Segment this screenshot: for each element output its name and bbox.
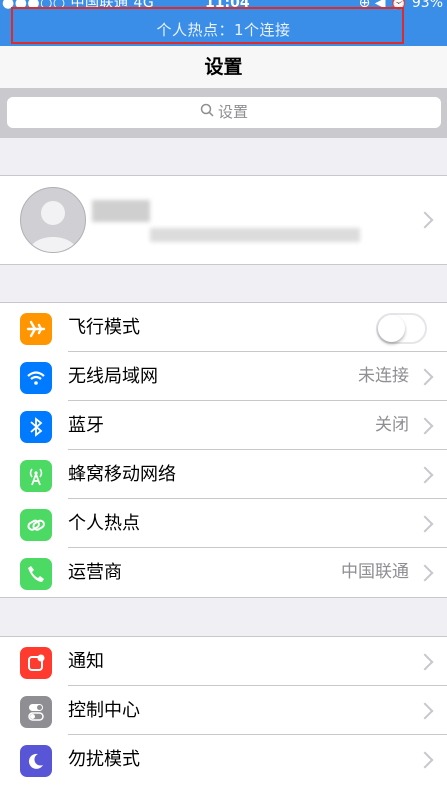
row-label: 运营商	[68, 562, 122, 583]
chevron-right-icon	[416, 515, 434, 533]
bluetooth-icon	[20, 411, 52, 443]
row-label: 无线局域网	[68, 366, 158, 387]
cellular-icon	[20, 460, 52, 492]
row-label: 通知	[68, 651, 104, 672]
row-cellular[interactable]: 蜂窝移动网络	[0, 450, 447, 499]
airplane-icon	[20, 313, 52, 345]
row-personal-hotspot[interactable]: 个人热点	[0, 499, 447, 548]
row-value: 中国联通	[341, 562, 409, 582]
notifications-icon	[20, 647, 52, 679]
profile-cell[interactable]	[0, 175, 447, 265]
chevron-right-icon	[416, 417, 434, 435]
row-airplane-mode[interactable]: 飞行模式	[0, 303, 447, 352]
search-input[interactable]: 设置	[7, 97, 441, 128]
row-notifications[interactable]: 通知	[0, 637, 447, 686]
chevron-right-icon	[416, 751, 434, 769]
search-placeholder: 设置	[217, 103, 248, 121]
row-do-not-disturb[interactable]: 勿扰模式	[0, 735, 447, 784]
row-label: 飞行模式	[68, 317, 140, 338]
row-wifi[interactable]: 无线局域网 未连接	[0, 352, 447, 401]
battery-percent: 93%	[411, 0, 443, 11]
airplane-mode-toggle[interactable]	[376, 313, 427, 344]
row-value: 未连接	[358, 366, 409, 386]
chevron-right-icon	[416, 702, 434, 720]
navigation-bar: 设置	[0, 46, 447, 88]
profile-detail-blurred	[150, 228, 360, 242]
search-bar: 设置	[0, 88, 447, 138]
chevron-right-icon	[416, 368, 434, 386]
chevron-right-icon	[416, 466, 434, 484]
row-label: 蓝牙	[68, 415, 104, 436]
settings-group-connectivity: 飞行模式 无线局域网 未连接 蓝牙 关闭 蜂窝移动网络 个人热点 运营商 中国联…	[0, 302, 447, 598]
row-label: 勿扰模式	[68, 749, 140, 770]
control-center-icon	[20, 696, 52, 728]
chevron-right-icon	[416, 211, 434, 229]
settings-group-notifications: 通知 控制中心 勿扰模式	[0, 636, 447, 787]
row-label: 个人热点	[68, 513, 140, 534]
search-icon	[200, 97, 214, 128]
annotation-highlight-box	[11, 7, 404, 44]
moon-icon	[20, 745, 52, 777]
chevron-right-icon	[416, 564, 434, 582]
row-bluetooth[interactable]: 蓝牙 关闭	[0, 401, 447, 450]
row-control-center[interactable]: 控制中心	[0, 686, 447, 735]
avatar	[20, 187, 86, 253]
wifi-icon	[20, 362, 52, 394]
profile-name-blurred	[92, 200, 150, 222]
row-label: 蜂窝移动网络	[68, 464, 176, 485]
chevron-right-icon	[416, 653, 434, 671]
hotspot-icon	[20, 509, 52, 541]
page-title: 设置	[204, 56, 243, 78]
row-carrier[interactable]: 运营商 中国联通	[0, 548, 447, 597]
row-label: 控制中心	[68, 700, 140, 721]
row-value: 关闭	[375, 415, 409, 435]
phone-icon	[20, 558, 52, 590]
